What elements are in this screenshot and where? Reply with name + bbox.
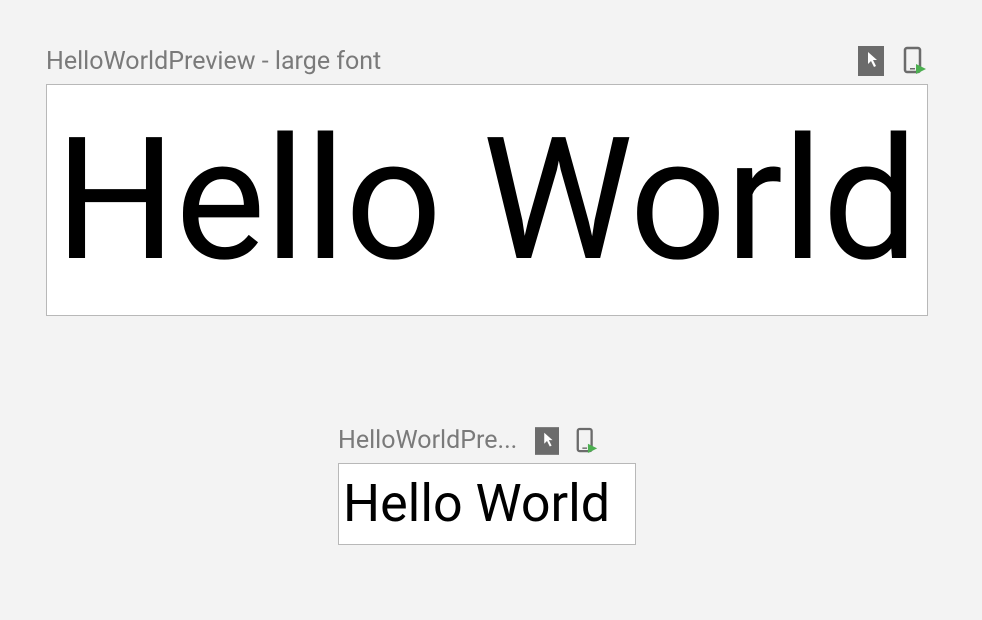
preview-content-small: Hello World <box>343 478 610 530</box>
preview-canvas-small: Hello World <box>338 463 636 545</box>
interactive-mode-icon <box>858 46 884 76</box>
preview-small: HelloWorldPre... Hello World <box>338 426 636 545</box>
interactive-mode-button[interactable] <box>535 427 559 455</box>
preview-title-large: HelloWorldPreview - large font <box>46 47 381 76</box>
preview-canvas-large: Hello World <box>46 84 928 316</box>
interactive-mode-button[interactable] <box>858 46 884 76</box>
deploy-preview-button[interactable] <box>575 427 599 455</box>
interactive-mode-icon <box>535 427 559 455</box>
preview-header-small: HelloWorldPre... <box>338 426 636 455</box>
preview-title-small: HelloWorldPre... <box>338 426 517 455</box>
deploy-device-icon <box>902 46 928 76</box>
deploy-device-icon <box>575 427 599 455</box>
preview-toolbar-small <box>535 427 599 455</box>
deploy-preview-button[interactable] <box>902 46 928 76</box>
preview-toolbar-large <box>858 46 928 76</box>
preview-large: HelloWorldPreview - large font Hello Wor… <box>46 46 930 316</box>
preview-content-large: Hello World <box>55 115 917 285</box>
preview-header-large: HelloWorldPreview - large font <box>46 46 928 76</box>
